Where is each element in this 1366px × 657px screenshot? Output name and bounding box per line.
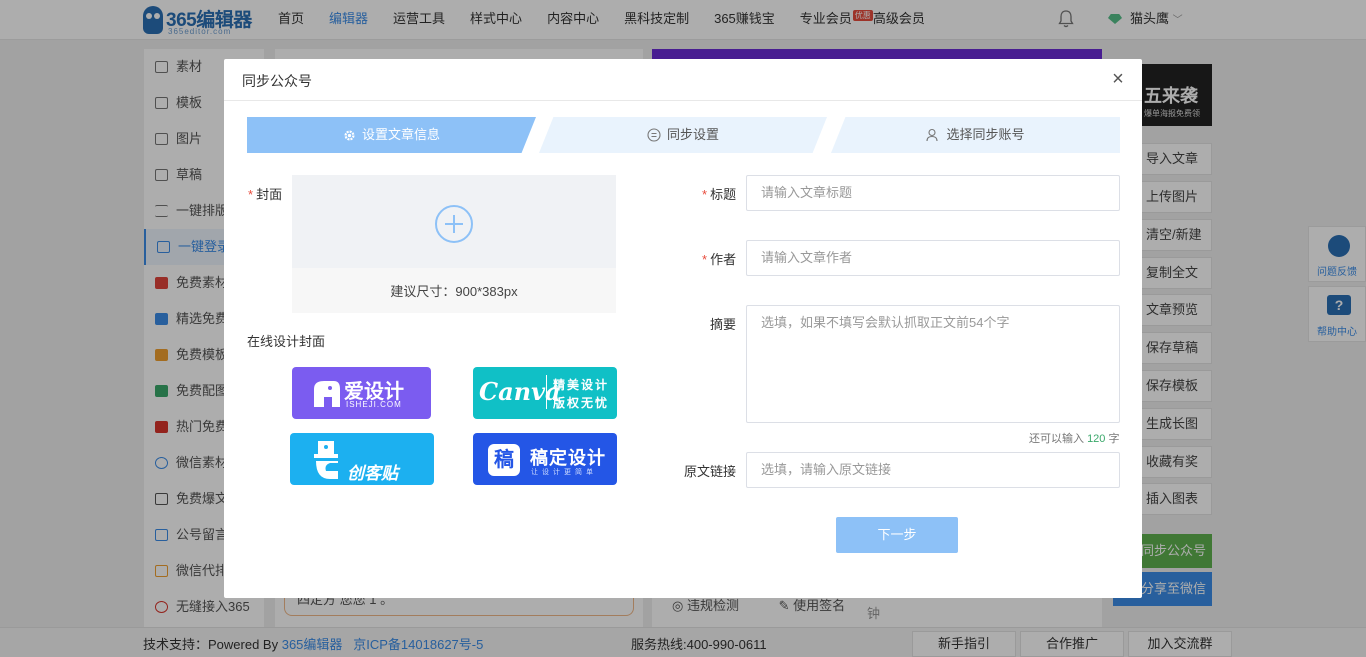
list-circle-icon [647,128,661,142]
cover-drop-area[interactable] [292,175,616,268]
title-label-text: 标题 [710,187,737,202]
aisheji-domain: ISHEJI.COM [346,400,402,409]
user-icon [926,128,939,142]
cover-upload[interactable]: 建议尺寸：900*383px [292,175,616,313]
gaoding-slogan: 让设计更简单 [531,469,597,476]
summary-label: 摘要 [710,317,737,332]
aisheji-logo-icon [314,381,340,407]
required-mark: * [702,187,708,202]
article-summary-textarea[interactable]: 选填，如果不填写会默认抓取正文前54个字 [746,305,1120,423]
chuangkit-logo-icon [314,441,338,479]
step-label: 同步设置 [666,127,719,142]
title-label: * 标题 [702,184,736,203]
counter-value: 120 [1087,433,1106,445]
chuangkit-title: 创客贴 [347,464,398,483]
canva-slogan-2: 版权无忧 [553,396,610,410]
step-sync-settings[interactable]: 同步设置 [539,117,827,153]
step-article-info[interactable]: 设置文章信息 [247,117,536,153]
plus-circle-icon[interactable] [435,205,473,243]
counter-suffix: 字 [1108,433,1120,445]
gear-icon [344,130,355,141]
online-design-label: 在线设计封面 [247,334,326,349]
canva-divider [546,375,547,409]
dialog-title: 同步公众号 [242,73,312,89]
author-label-text: 作者 [710,252,737,267]
source-link-label: 原文链接 [684,464,737,479]
chuangkit-tool-button[interactable]: 创客贴 [290,433,434,485]
cover-label-text: 封面 [256,187,283,202]
aisheji-tool-button[interactable]: 爱设计 ISHEJI.COM [292,367,431,419]
step-label: 选择同步账号 [946,127,1025,142]
step-label: 设置文章信息 [361,127,440,142]
required-mark: * [702,252,708,267]
canva-slogan-1: 精美设计 [553,378,610,392]
dialog-header: 同步公众号 × [224,59,1142,101]
counter-prefix: 还可以输入 [1029,433,1084,445]
gaoding-logo-icon: 稿 [488,444,520,476]
step-indicator: 设置文章信息 同步设置 选择同步账号 [247,117,1120,153]
canva-wordmark: Canva [479,377,561,406]
close-icon[interactable]: × [1108,69,1128,89]
gaoding-tool-button[interactable]: 稿 稿定设计 让设计更简单 [473,433,617,485]
canva-tool-button[interactable]: Canva 精美设计 版权无忧 [473,367,617,419]
char-counter: 还可以输入 120 字 [1029,430,1119,446]
required-mark: * [248,187,254,202]
cover-size-hint: 建议尺寸：900*383px [390,284,518,299]
source-link-input[interactable]: 选填，请输入原文链接 [746,452,1120,488]
step-select-account[interactable]: 选择同步账号 [831,117,1120,153]
cover-label: * 封面 [248,184,282,203]
next-step-button[interactable]: 下一步 [836,517,958,553]
author-label: * 作者 [702,249,736,268]
article-title-input[interactable]: 请输入文章标题 [746,175,1120,211]
sync-wechat-dialog: 同步公众号 × 设置文章信息 同步设置 选择同步账号 * 封面 建议尺寸：900*… [224,59,1142,598]
article-author-input[interactable]: 请输入文章作者 [746,240,1120,276]
